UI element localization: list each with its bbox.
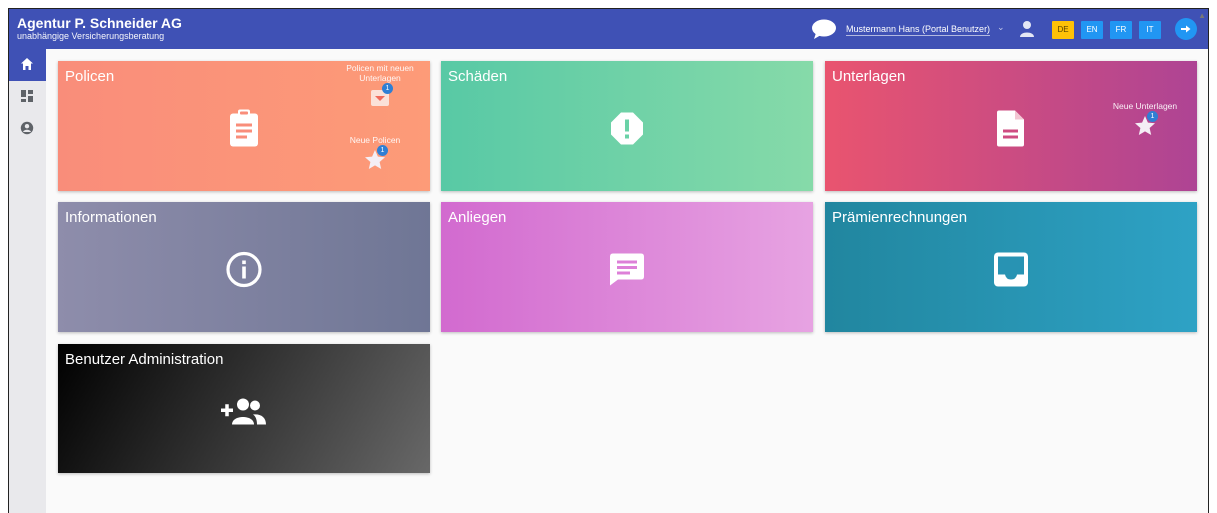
clipboard-icon: [227, 109, 261, 154]
chevron-down-icon[interactable]: ⌄: [997, 22, 1005, 33]
lang-it-button[interactable]: IT: [1139, 21, 1161, 39]
tile-title: Unterlagen: [832, 68, 906, 85]
company-tagline: unabhängige Versicherungsberatung: [17, 31, 165, 41]
message-icon: [609, 253, 645, 292]
add-group-icon: [220, 396, 268, 431]
badge-label: Neue Unterlagen: [1112, 101, 1178, 111]
tile-title: Benutzer Administration: [65, 351, 224, 368]
sidebar: [9, 49, 46, 513]
inbox-icon: [993, 252, 1029, 293]
star-icon: 1: [1134, 111, 1158, 137]
home-icon: [21, 58, 33, 70]
logout-icon: [1181, 25, 1191, 33]
lang-en-button[interactable]: EN: [1081, 21, 1103, 39]
alert-octagon-icon: [610, 112, 644, 151]
tile-anliegen[interactable]: Anliegen: [441, 202, 813, 332]
badge-label: Policen mit neuen Unterlagen: [346, 63, 414, 83]
sidebar-item-account[interactable]: [9, 113, 46, 145]
person-icon[interactable]: [1019, 20, 1035, 38]
mail-icon: 1: [369, 83, 393, 109]
badge-neue-unterlagen[interactable]: Neue Unterlagen 1: [1095, 101, 1195, 137]
brand[interactable]: Agentur P. Schneider AG unabhängige Vers…: [17, 15, 182, 41]
info-icon: [226, 252, 262, 293]
chat-icon[interactable]: [811, 18, 837, 40]
badge-count: 1: [1147, 111, 1158, 122]
tile-title: Informationen: [65, 209, 157, 226]
badge-count: 1: [377, 145, 388, 156]
badge-count: 1: [382, 83, 393, 94]
tile-title: Anliegen: [448, 209, 507, 226]
company-name: Agentur P. Schneider AG: [17, 15, 182, 31]
dashboard-icon: [21, 90, 33, 102]
top-bar: Agentur P. Schneider AG unabhängige Vers…: [9, 9, 1208, 49]
app-frame: Agentur P. Schneider AG unabhängige Vers…: [8, 8, 1209, 513]
sidebar-item-home[interactable]: [9, 49, 46, 81]
lang-de-button[interactable]: DE: [1052, 21, 1074, 39]
tile-title: Schäden: [448, 68, 508, 85]
sidebar-item-dashboard[interactable]: [9, 81, 46, 113]
badge-label: Neue Policen: [349, 135, 401, 145]
scroll-up-arrow[interactable]: ▲: [1198, 11, 1206, 20]
tile-informationen[interactable]: Informationen: [58, 202, 430, 332]
star-icon: 1: [364, 145, 388, 171]
lang-fr-button[interactable]: FR: [1110, 21, 1132, 39]
tile-benutzer-administration[interactable]: Benutzer Administration: [58, 344, 430, 473]
document-icon: [996, 110, 1026, 153]
badge-policen-new-documents[interactable]: Policen mit neuen Unterlagen 1: [330, 63, 430, 109]
tile-policen[interactable]: Policen Policen mit neuen Unterlagen 1 N…: [58, 61, 430, 191]
logout-button[interactable]: [1175, 18, 1197, 40]
tile-praemienrechnungen[interactable]: Prämienrechnungen: [825, 202, 1197, 332]
tile-title: Prämienrechnungen: [832, 209, 968, 226]
user-menu[interactable]: Mustermann Hans (Portal Benutzer): [846, 24, 991, 36]
tile-schaeden[interactable]: Schäden: [441, 61, 813, 191]
tile-title: Policen: [65, 68, 115, 85]
tile-unterlagen[interactable]: Unterlagen Neue Unterlagen 1: [825, 61, 1197, 191]
badge-neue-policen[interactable]: Neue Policen 1: [330, 135, 420, 171]
account-circle-icon: [20, 121, 34, 135]
